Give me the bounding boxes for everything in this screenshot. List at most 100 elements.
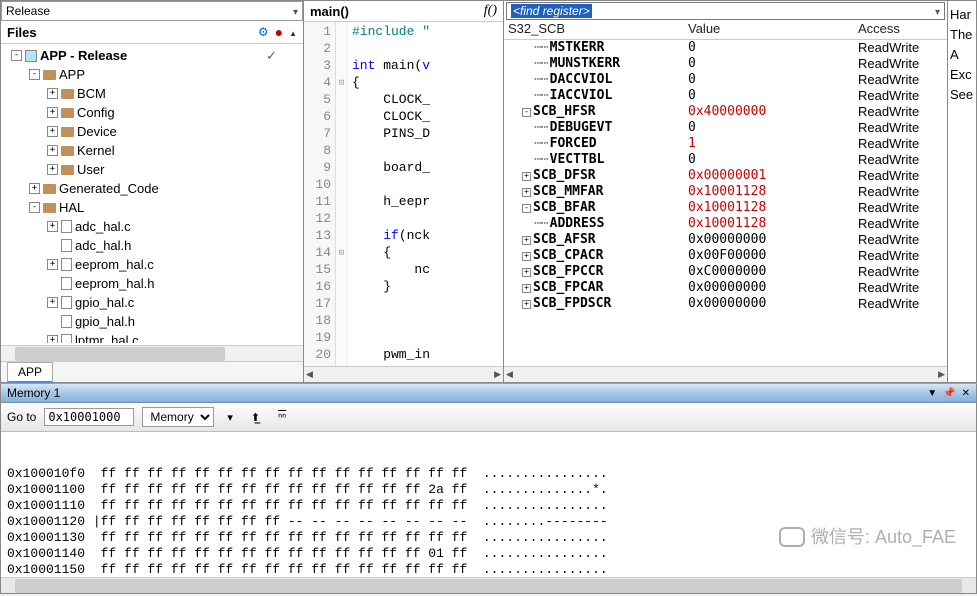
tree-label: eeprom_hal.c (75, 256, 154, 273)
register-value: 0 (688, 72, 858, 88)
col-access: Access (858, 21, 943, 37)
editor-hscroll[interactable]: ◀▶ (304, 366, 503, 382)
register-row[interactable]: ⋯⋯ADDRESS0x10001128ReadWrite (504, 216, 947, 232)
expand-icon[interactable]: + (47, 107, 58, 118)
record-icon[interactable]: ● (275, 24, 283, 40)
register-row[interactable]: +SCB_CPACR0x00F00000ReadWrite (504, 248, 947, 264)
tree-item[interactable]: +adc_hal.c (1, 217, 303, 236)
tree-item[interactable]: + eeprom_hal.c (1, 255, 303, 274)
register-row[interactable]: ⋯⋯MUNSTKERR0ReadWrite (504, 56, 947, 72)
expand-icon[interactable]: + (47, 297, 58, 308)
register-row[interactable]: ⋯⋯VECTTBL0ReadWrite (504, 152, 947, 168)
expand-icon[interactable]: + (47, 88, 58, 99)
register-row[interactable]: -SCB_BFAR0x10001128ReadWrite (504, 200, 947, 216)
files-hscroll[interactable] (1, 345, 303, 361)
dropdown-icon[interactable]: ▼ (927, 388, 937, 399)
register-row[interactable]: +SCB_FPDSCR0x00000000ReadWrite (504, 296, 947, 312)
wave-icon[interactable]: ⁿⁿ (273, 408, 291, 426)
tree-item[interactable]: +gpio_hal.c (1, 293, 303, 312)
memory-hscroll[interactable] (1, 577, 976, 593)
build-config-dropdown[interactable]: Release (1, 1, 303, 21)
folder-icon (61, 165, 74, 175)
address-input[interactable] (44, 408, 134, 426)
folder-icon (43, 70, 56, 80)
expand-icon[interactable]: + (47, 259, 58, 270)
register-value: 0x00F00000 (688, 248, 858, 264)
expand-icon[interactable]: + (522, 188, 531, 197)
register-row[interactable]: +SCB_MMFAR0x10001128ReadWrite (504, 184, 947, 200)
tree-item[interactable]: gpio_hal.h (1, 312, 303, 331)
tree-item[interactable]: +lptmr_hal.c (1, 331, 303, 343)
tab-app[interactable]: APP (7, 362, 53, 383)
expand-icon[interactable]: - (522, 108, 531, 117)
expand-icon[interactable]: + (47, 221, 58, 232)
code-area[interactable]: 1234567891011121314151617181920 ⊟⊟ #incl… (304, 22, 503, 366)
tree-item[interactable]: -HAL (1, 198, 303, 217)
tree-item[interactable]: +Config (1, 103, 303, 122)
expand-icon[interactable]: + (47, 335, 58, 343)
register-row[interactable]: ⋯⋯MSTKERR0ReadWrite (504, 40, 947, 56)
expand-icon[interactable]: - (29, 69, 40, 80)
expand-icon[interactable]: + (47, 126, 58, 137)
register-row[interactable]: ⋯⋯DACCVIOL0ReadWrite (504, 72, 947, 88)
register-name: ADDRESS (550, 216, 605, 232)
folder-icon (61, 127, 74, 137)
expand-icon[interactable]: + (522, 236, 531, 245)
expand-icon[interactable]: - (29, 202, 40, 213)
register-access: ReadWrite (858, 264, 943, 280)
tree-item[interactable]: +User (1, 160, 303, 179)
collapse-icon[interactable] (289, 25, 297, 39)
file-h-icon (61, 239, 72, 252)
tree-item[interactable]: +Kernel (1, 141, 303, 160)
register-value: 0 (688, 88, 858, 104)
close-icon[interactable]: ✕ (962, 388, 970, 399)
find-register-input[interactable]: <find register> (506, 2, 945, 20)
register-value: 0x10001128 (688, 184, 858, 200)
register-row[interactable]: ⋯⋯FORCED1ReadWrite (504, 136, 947, 152)
register-name: MUNSTKERR (550, 56, 620, 72)
register-row[interactable]: +SCB_FPCAR0x00000000ReadWrite (504, 280, 947, 296)
expand-icon[interactable]: + (522, 268, 531, 277)
expand-icon[interactable]: + (47, 145, 58, 156)
tree-item[interactable]: +BCM (1, 84, 303, 103)
register-row[interactable]: +SCB_AFSR0x00000000ReadWrite (504, 232, 947, 248)
register-row[interactable]: ⋯⋯IACCVIOL0ReadWrite (504, 88, 947, 104)
fold-column[interactable]: ⊟⊟ (336, 22, 348, 366)
dots-icon: ⋯⋯ (534, 152, 548, 168)
step-icon[interactable]: ⬆̲ (246, 408, 265, 427)
memory-mode-select[interactable]: Memory (142, 407, 214, 427)
register-value: 0x10001128 (688, 200, 858, 216)
memory-dump[interactable]: 0x100010f0 ff ff ff ff ff ff ff ff ff ff… (1, 432, 976, 577)
register-hscroll[interactable]: ◀▶ (504, 366, 947, 382)
register-row[interactable]: ⋯⋯DEBUGEVT0ReadWrite (504, 120, 947, 136)
tree-item[interactable]: +Generated_Code (1, 179, 303, 198)
register-name: MSTKERR (550, 40, 605, 56)
register-name: DACCVIOL (550, 72, 613, 88)
expand-icon[interactable]: + (522, 284, 531, 293)
gear-icon[interactable]: ⚙ (258, 25, 269, 39)
expand-icon[interactable]: + (522, 300, 531, 309)
tree-label: gpio_hal.h (75, 313, 135, 330)
expand-icon[interactable]: + (522, 172, 531, 181)
prev-icon[interactable]: ▾ (222, 408, 238, 427)
expand-icon[interactable]: + (522, 252, 531, 261)
expand-icon[interactable]: - (522, 204, 531, 213)
register-row[interactable]: +SCB_FPCCR0xC0000000ReadWrite (504, 264, 947, 280)
pin-icon[interactable]: 📌 (943, 388, 955, 399)
expand-icon[interactable]: + (47, 164, 58, 175)
tree-item[interactable]: adc_hal.h (1, 236, 303, 255)
expand-icon[interactable]: - (11, 50, 22, 61)
register-row[interactable]: -SCB_HFSR0x40000000ReadWrite (504, 104, 947, 120)
tree-item[interactable]: +Device (1, 122, 303, 141)
tree-item[interactable]: -APP (1, 65, 303, 84)
code-text[interactable]: #include "int main(v{ CLOCK_ CLOCK_ PINS… (348, 22, 503, 366)
register-access: ReadWrite (858, 88, 943, 104)
expand-icon[interactable]: + (29, 183, 40, 194)
tree-item[interactable]: eeprom_hal.h (1, 274, 303, 293)
dots-icon: ⋯⋯ (534, 88, 548, 104)
register-value: 0 (688, 40, 858, 56)
tree-item[interactable]: -APP - Release✓ (1, 46, 303, 65)
register-row[interactable]: +SCB_DFSR0x00000001ReadWrite (504, 168, 947, 184)
file-c-icon (61, 334, 72, 343)
fx-icon[interactable]: f() (484, 3, 497, 19)
